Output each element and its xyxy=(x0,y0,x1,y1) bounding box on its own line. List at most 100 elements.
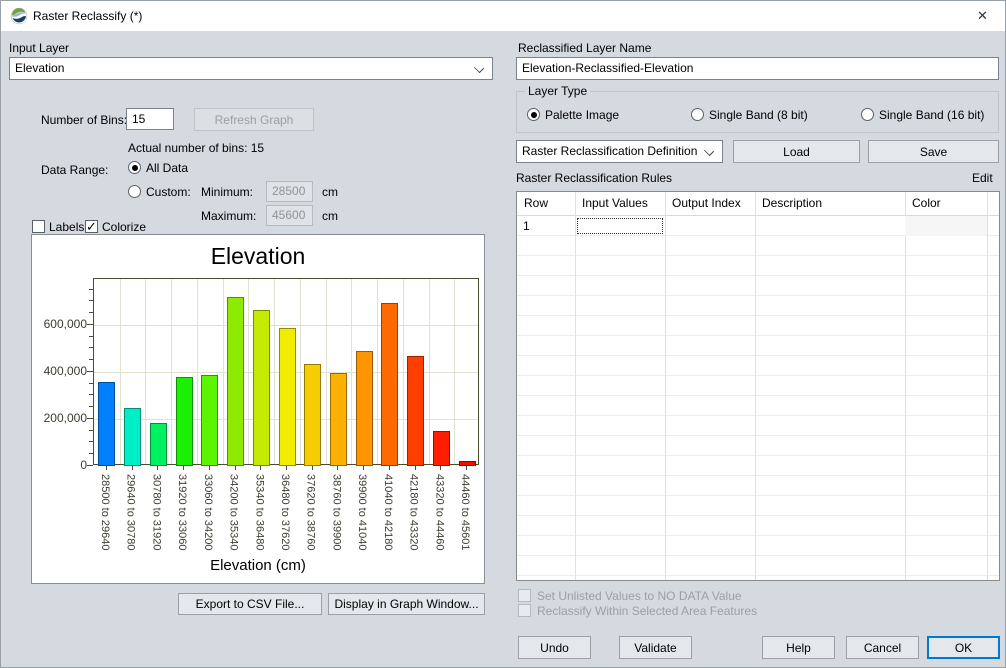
column-header[interactable]: Description xyxy=(762,196,822,210)
y-axis-tick xyxy=(87,418,93,419)
colorize-checkbox[interactable] xyxy=(85,220,98,233)
x-axis-tick xyxy=(415,466,416,470)
display-graph-button[interactable]: Display in Graph Window... xyxy=(328,593,485,615)
labels-checkbox[interactable] xyxy=(32,220,45,233)
single-band-8bit-radio[interactable] xyxy=(691,108,704,121)
y-axis-tick-label: 400,000 xyxy=(35,364,87,378)
reclassified-name-value: Elevation-Reclassified-Elevation xyxy=(522,61,693,75)
column-separator xyxy=(987,192,988,580)
x-axis-tick xyxy=(337,466,338,470)
chevron-down-icon xyxy=(475,64,483,72)
validate-button[interactable]: Validate xyxy=(619,636,692,659)
histogram-bar xyxy=(330,373,347,466)
save-button[interactable]: Save xyxy=(868,140,999,163)
help-button[interactable]: Help xyxy=(762,636,835,659)
x-axis-category-label: 29640 to 30780 xyxy=(125,474,137,550)
y-axis-minor-tick xyxy=(89,312,93,313)
refresh-graph-button[interactable]: Refresh Graph xyxy=(194,108,314,131)
histogram-bar xyxy=(227,297,244,466)
histogram-bar xyxy=(176,377,193,466)
x-axis-category-label: 30780 to 31920 xyxy=(150,474,162,550)
reclassify-within-checkbox[interactable] xyxy=(518,604,531,617)
column-separator xyxy=(575,192,576,580)
row-1-color-cell[interactable] xyxy=(905,216,987,236)
y-axis-tick xyxy=(87,324,93,325)
layer-type-groupbox: Layer Type Palette Image Single Band (8 … xyxy=(516,91,999,133)
single-band-8bit-label: Single Band (8 bit) xyxy=(709,108,808,122)
gridline-vertical xyxy=(223,279,224,464)
number-of-bins-input[interactable]: 15 xyxy=(126,108,174,130)
ok-button[interactable]: OK xyxy=(927,636,1000,659)
chart-xaxis-label: Elevation (cm) xyxy=(32,557,484,574)
column-header[interactable]: Color xyxy=(912,196,941,210)
rules-table[interactable]: Row Input Values Output Index Description Co… xyxy=(516,191,1000,581)
y-axis-minor-tick xyxy=(89,359,93,360)
gridline-vertical xyxy=(197,279,198,464)
input-layer-label: Input Layer xyxy=(9,41,69,55)
x-axis-tick xyxy=(106,466,107,470)
histogram-bar xyxy=(253,310,270,466)
histogram-chart: Elevation Elevation (cm) 0200,000400,000… xyxy=(31,234,485,584)
histogram-bar xyxy=(150,423,167,466)
column-separator xyxy=(905,192,906,580)
column-header[interactable]: Input Values xyxy=(582,196,648,210)
y-axis-tick-label: 200,000 xyxy=(35,411,87,425)
y-axis-tick xyxy=(87,371,93,372)
histogram-bar xyxy=(433,431,450,466)
layer-type-label: Layer Type xyxy=(525,84,590,98)
x-axis-category-label: 34200 to 35340 xyxy=(228,474,240,550)
x-axis-tick xyxy=(440,466,441,470)
labels-checkbox-label: Labels xyxy=(49,220,84,234)
definition-dropdown-value: Raster Reclassification Definition xyxy=(522,144,697,158)
x-axis-category-label: 31920 to 33060 xyxy=(176,474,188,550)
gridline-vertical xyxy=(145,279,146,464)
x-axis-tick xyxy=(466,466,467,470)
y-axis-minor-tick xyxy=(89,336,93,337)
maximum-input[interactable]: 45600 xyxy=(266,205,313,226)
actual-bins-text: Actual number of bins: 15 xyxy=(128,141,264,155)
row-1-input-values-cell[interactable] xyxy=(577,218,663,234)
x-axis-category-label: 41040 to 42180 xyxy=(382,474,394,550)
chart-plot xyxy=(93,278,479,465)
reclassified-name-input[interactable]: Elevation-Reclassified-Elevation xyxy=(516,57,999,80)
column-header[interactable]: Row xyxy=(524,196,548,210)
y-axis-tick-label: 600,000 xyxy=(35,317,87,331)
colorize-checkbox-label: Colorize xyxy=(102,220,146,234)
rules-table-grid xyxy=(517,216,999,580)
edit-link[interactable]: Edit xyxy=(972,171,993,185)
x-axis-tick xyxy=(235,466,236,470)
palette-image-radio[interactable] xyxy=(527,108,540,121)
input-layer-dropdown[interactable]: Elevation xyxy=(9,57,493,80)
gridline-vertical xyxy=(454,279,455,464)
cancel-button[interactable]: Cancel xyxy=(846,636,919,659)
y-axis-minor-tick xyxy=(89,347,93,348)
x-axis-tick xyxy=(286,466,287,470)
x-axis-tick xyxy=(260,466,261,470)
histogram-bar xyxy=(459,461,476,466)
y-axis-minor-tick xyxy=(89,300,93,301)
column-header[interactable]: Output Index xyxy=(672,196,741,210)
histogram-bar xyxy=(356,351,373,466)
histogram-bar xyxy=(279,328,296,466)
custom-radio[interactable] xyxy=(128,185,141,198)
minimum-input[interactable]: 28500 xyxy=(266,181,313,202)
window-title: Raster Reclassify (*) xyxy=(33,9,142,23)
all-data-radio[interactable] xyxy=(128,161,141,174)
reclassify-within-label: Reclassify Within Selected Area Features xyxy=(537,604,757,618)
x-axis-category-label: 33060 to 34200 xyxy=(202,474,214,550)
undo-button[interactable]: Undo xyxy=(518,636,591,659)
histogram-bar xyxy=(381,303,398,466)
reclassified-name-label: Reclassified Layer Name xyxy=(518,41,651,55)
load-button[interactable]: Load xyxy=(733,140,860,163)
x-axis-tick xyxy=(389,466,390,470)
definition-dropdown[interactable]: Raster Reclassification Definition xyxy=(516,140,723,163)
close-icon[interactable]: ✕ xyxy=(960,1,1005,31)
set-unlisted-label: Set Unlisted Values to NO DATA Value xyxy=(537,589,742,603)
histogram-bar xyxy=(98,382,115,466)
export-csv-button[interactable]: Export to CSV File... xyxy=(178,593,322,615)
rules-label: Raster Reclassification Rules xyxy=(516,171,672,185)
set-unlisted-checkbox[interactable] xyxy=(518,589,531,602)
histogram-bar xyxy=(407,356,424,466)
single-band-16bit-radio[interactable] xyxy=(861,108,874,121)
y-axis-tick xyxy=(87,465,93,466)
